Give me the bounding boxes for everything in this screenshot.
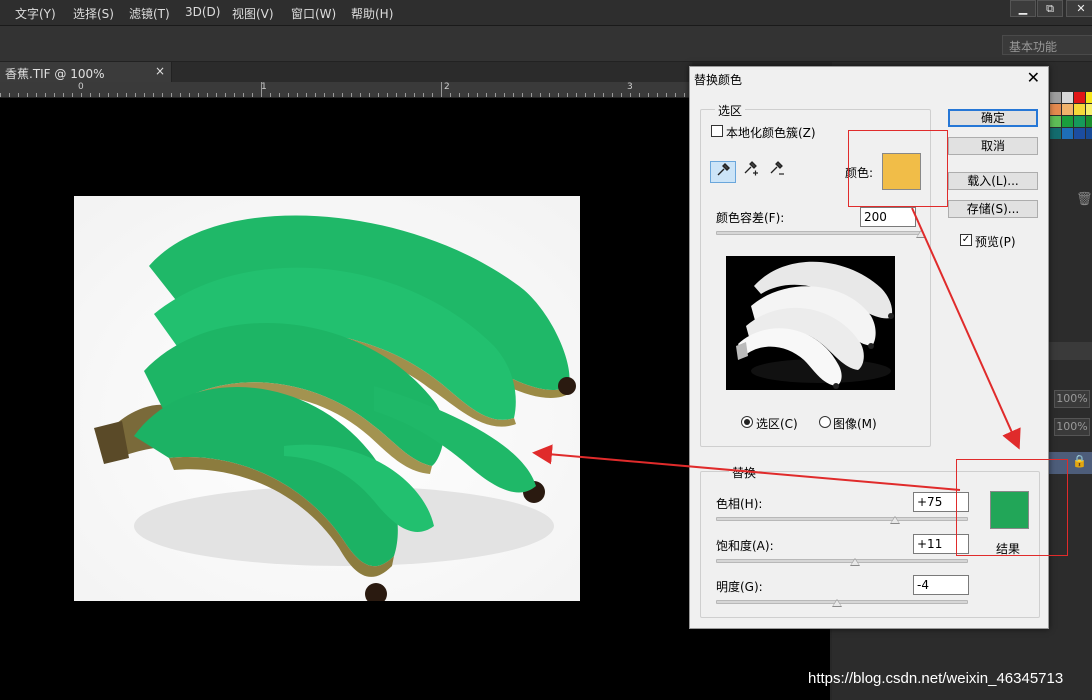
- watermark-text: https://blog.csdn.net/weixin_46345713: [808, 670, 1064, 687]
- arrow-result-to-banana: [532, 444, 961, 491]
- annotation-arrows: [532, 207, 1021, 491]
- arrow-color-to-result: [911, 207, 1021, 450]
